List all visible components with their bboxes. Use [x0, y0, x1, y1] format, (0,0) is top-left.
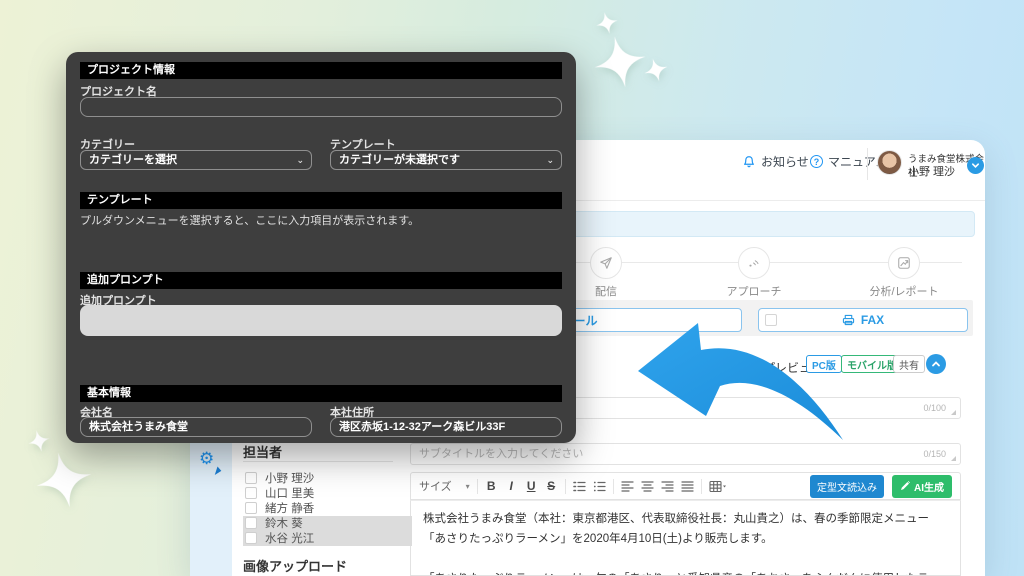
load-template-button[interactable]: 定型文読込み: [810, 475, 884, 498]
ai-generate-label: AI生成: [914, 479, 944, 494]
chevron-up-icon: [931, 359, 941, 369]
bullet-list-button[interactable]: [593, 480, 606, 493]
avatar[interactable]: [877, 150, 902, 175]
underline-button[interactable]: U: [525, 479, 538, 493]
send-icon: [599, 256, 613, 270]
member-name: 水谷 光江: [265, 530, 314, 546]
collapse-button[interactable]: [926, 354, 946, 374]
divider: [477, 479, 478, 494]
list-item[interactable]: 緒方 静香: [243, 500, 412, 515]
divider: [565, 479, 566, 494]
template-select-value: カテゴリーが未選択です: [339, 154, 460, 166]
list-item[interactable]: 小野 理沙: [243, 470, 412, 485]
sound-wave-icon: [747, 256, 761, 270]
prompt-textarea[interactable]: [80, 305, 562, 336]
body-paragraph: 「あさりたっぷりラーメン」は、旬の「あさり」と愛知県産の「あおさ」をふんだんに使…: [423, 569, 948, 576]
list-item[interactable]: 水谷 光江: [243, 531, 412, 546]
member-checkbox[interactable]: [245, 487, 257, 499]
account-username: 小野 理沙: [908, 163, 955, 179]
project-name-input[interactable]: [80, 97, 562, 117]
member-name: 鈴木 葵: [265, 515, 303, 531]
pencil-icon: [900, 481, 910, 491]
address-input[interactable]: 港区赤坂1-12-32アーク森ビル33F: [330, 417, 562, 437]
sparkle-icon: [31, 447, 97, 513]
step-delivery[interactable]: [590, 247, 622, 279]
category-select-value: カテゴリーを選択: [89, 154, 177, 166]
chevron-down-icon: ▾: [466, 482, 470, 491]
account-menu-button[interactable]: [967, 157, 984, 174]
member-checkbox[interactable]: [245, 472, 257, 484]
gear-icon[interactable]: ⚙: [199, 450, 214, 467]
tab-fax-label: FAX: [861, 313, 884, 327]
sparkle-icon: [26, 428, 53, 455]
resize-grip-icon: [951, 410, 956, 415]
font-size-label: サイズ: [419, 478, 452, 494]
align-right-button[interactable]: [661, 480, 674, 493]
ordered-list-button[interactable]: [573, 480, 586, 493]
title-counter: 0/100: [923, 403, 946, 413]
subtitle-counter: 0/150: [923, 449, 946, 459]
template-select[interactable]: カテゴリーが未選択です ⌄: [330, 150, 562, 170]
category-select[interactable]: カテゴリーを選択 ⌄: [80, 150, 312, 170]
member-checkbox[interactable]: [245, 517, 257, 529]
align-justify-button[interactable]: [681, 480, 694, 493]
editor-body[interactable]: 株式会社うまみ食堂（本社：東京都港区、代表取締役社長：丸山貴之）は、春の季節限定…: [410, 500, 961, 576]
step-approach-label: アプローチ: [694, 283, 814, 299]
upload-section-label: 画像アップロード: [243, 556, 347, 575]
manual-button[interactable]: ? マニュアル: [810, 153, 888, 170]
body-paragraph: 株式会社うまみ食堂（本社：東京都港区、代表取締役社長：丸山貴之）は、春の季節限定…: [423, 509, 948, 550]
section-header-basic-info: 基本情報: [80, 385, 562, 402]
bold-button[interactable]: B: [485, 479, 498, 493]
member-checkbox[interactable]: [245, 532, 257, 544]
company-name-input[interactable]: 株式会社うまみ食堂: [80, 417, 312, 437]
divider: [867, 148, 868, 180]
list-item[interactable]: 鈴木 葵: [243, 516, 412, 531]
owner-section-label: 担当者: [243, 442, 282, 461]
section-header-template: テンプレート: [80, 192, 562, 209]
section-header-project-info: プロジェクト情報: [80, 62, 562, 79]
divider: [613, 479, 614, 494]
member-name: 小野 理沙: [265, 470, 314, 486]
notifications-label: お知らせ: [761, 153, 809, 170]
align-center-button[interactable]: [641, 480, 654, 493]
arrow-left-icon: [628, 316, 853, 448]
project-settings-panel: プロジェクト情報 プロジェクト名 カテゴリー テンプレート カテゴリーを選択 ⌄…: [66, 52, 576, 443]
section-header-prompt: 追加プロンプト: [80, 272, 562, 289]
sparkle-icon: [641, 55, 671, 85]
bell-icon: [742, 155, 756, 169]
align-left-button[interactable]: [621, 480, 634, 493]
resize-grip-icon: [951, 456, 956, 461]
table-button[interactable]: [709, 480, 726, 493]
step-report[interactable]: [888, 247, 920, 279]
chevron-down-icon: [971, 161, 980, 170]
step-approach[interactable]: [738, 247, 770, 279]
step-report-label: 分析/レポート: [844, 283, 964, 299]
chevron-down-icon: ⌄: [296, 151, 304, 169]
ai-generate-button[interactable]: AI生成: [892, 475, 952, 498]
template-hint-text: プルダウンメニューを選択すると、ここに入力項目が表示されます。: [80, 212, 419, 228]
notifications-button[interactable]: お知らせ: [742, 153, 809, 170]
member-name: 緒方 静香: [265, 500, 314, 516]
chart-icon: [897, 256, 911, 270]
divider: [701, 479, 702, 494]
list-item[interactable]: 山口 里美: [243, 485, 412, 500]
italic-button[interactable]: I: [505, 479, 518, 493]
editor-toolbar: サイズ ▾ B I U S 定型文読込み AI生成: [410, 472, 961, 500]
divider: [243, 461, 393, 462]
font-size-select[interactable]: サイズ ▾: [419, 478, 470, 494]
share-button[interactable]: 共有: [893, 355, 925, 373]
member-list: 小野 理沙 山口 里美 緒方 静香 鈴木 葵 水谷 光江: [243, 470, 412, 546]
member-name: 山口 里美: [265, 485, 314, 501]
member-checkbox[interactable]: [245, 502, 257, 514]
strikethrough-button[interactable]: S: [545, 479, 558, 493]
chevron-down-icon: ⌄: [546, 151, 554, 169]
sparkle-icon: [594, 10, 621, 37]
question-icon: ?: [810, 155, 823, 168]
